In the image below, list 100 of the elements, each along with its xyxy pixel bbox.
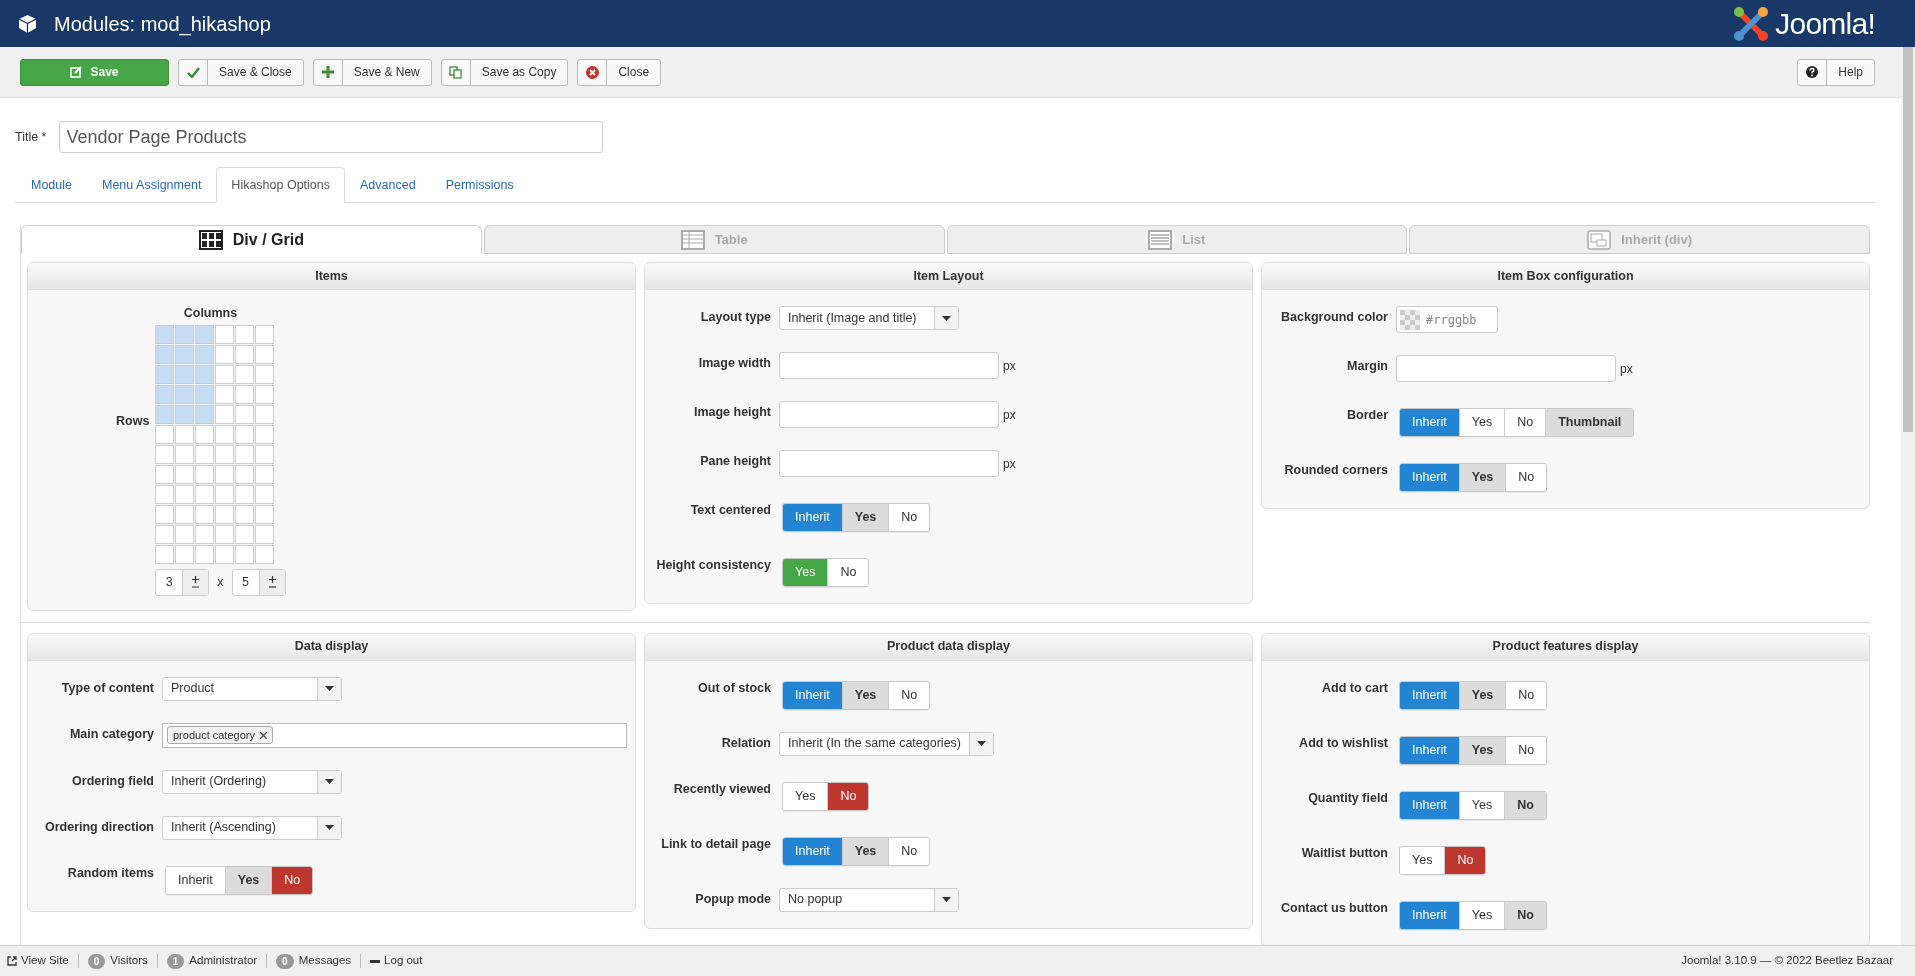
field-label: Popup mode [694,890,771,907]
plus-icon[interactable] [268,576,276,584]
field-label: Type of content [60,679,154,696]
columns-label: Columns [183,305,238,322]
unit-label: px [1003,357,1016,375]
dropdown[interactable]: Product [162,676,342,701]
tab[interactable]: Menu Assignment [87,167,217,203]
toggle-option[interactable]: No [1504,409,1546,436]
input-field[interactable] [779,401,999,428]
color-field[interactable]: #rrggbb [1396,306,1498,333]
field-label: Image width [697,355,771,371]
tab[interactable]: Hikashop Options [216,167,346,203]
toggle-option[interactable]: No [1504,791,1546,819]
toggle-option[interactable]: Inherit [1400,901,1459,929]
tab[interactable]: Advanced [345,167,431,203]
toggle-option[interactable]: Thumbnail [1545,409,1634,436]
dropdown[interactable]: Inherit (Ascending) [162,815,342,840]
dropdown[interactable]: No popup [779,887,959,912]
toggle-option[interactable]: Yes [1458,681,1506,709]
plus-icon[interactable] [192,576,200,584]
caret-icon [942,315,951,321]
toggle-option[interactable]: Yes [1458,901,1505,929]
dropdown[interactable]: Inherit (Ordering) [162,769,342,794]
field-label: Random items [66,864,154,881]
table-icon [680,229,705,250]
toggle-option[interactable]: Yes [841,681,889,709]
field-label: Contact us button [1280,899,1388,916]
input-field[interactable] [779,450,999,477]
copy-icon [449,65,463,79]
caret-icon [325,779,334,785]
toggle-option[interactable]: Yes [1458,791,1505,819]
toolbar-button[interactable]: Close [577,58,662,86]
toggle-option[interactable]: No [271,866,313,894]
field-label: Ordering direction [43,818,154,835]
toggle-option[interactable]: Inherit [1400,736,1459,764]
panel-header: Items [28,263,635,290]
toggle-option[interactable]: No [827,559,869,586]
toggle-option[interactable]: No [1505,464,1547,491]
count-badge: 0 [87,953,106,969]
status-link[interactable]: Visitors [110,952,148,970]
times-label: x [217,573,224,591]
panel-header: Product data display [645,633,1252,661]
toggle-option[interactable]: Yes [1458,736,1506,764]
input-field[interactable] [779,352,999,379]
toggle-option[interactable]: No [888,837,930,865]
size-grid[interactable] [155,324,275,564]
field-label: Add to wishlist [1298,734,1388,751]
title-field[interactable]: Vendor Page Products [58,121,603,153]
toggle-option[interactable]: Yes [224,866,272,894]
tag-chip[interactable]: product category [167,726,273,745]
tag-field[interactable]: product category [162,722,627,748]
toggle-option[interactable]: Yes [841,504,889,531]
toolbar-button[interactable]: Save as Copy [440,58,569,86]
panel-header: Product features display [1262,633,1869,661]
logout-link[interactable]: Log out [370,952,423,970]
toggle-option[interactable]: No [1505,681,1547,709]
external-link-icon [7,956,17,966]
toggle-option[interactable]: Yes [841,837,889,865]
title-label: Title * [15,128,47,146]
layout-tab[interactable]: Div / Grid [21,225,482,254]
toolbar-button[interactable]: Save & Close [178,58,304,86]
toggle-option[interactable]: No [888,504,930,531]
tab[interactable]: Module [16,167,87,203]
view-site-link[interactable]: View Site [7,952,69,970]
toggle-option[interactable]: Inherit [783,504,842,531]
toggle-option[interactable]: Inherit [1400,464,1459,491]
dropdown[interactable]: Inherit (In the same categories) [779,731,994,756]
number-spinner[interactable]: 5 [231,568,286,596]
toggle-option[interactable]: Yes [783,782,828,810]
toggle-option[interactable]: Inherit [783,837,842,865]
number-spinner[interactable]: 3 [155,568,210,596]
minus-icon [370,959,381,963]
field-label: Rounded corners [1283,462,1388,478]
scrollbar-thumb[interactable] [1903,47,1913,432]
panel-header: Item Box configuration [1262,263,1869,290]
count-badge: 1 [166,953,185,969]
toggle-option[interactable]: Inherit [783,681,842,709]
field-label: Height consistency [655,557,771,573]
tab[interactable]: Permissions [430,167,529,203]
help-button[interactable]: Help [1797,58,1875,86]
toolbar-button[interactable]: Save & New [312,58,432,86]
toggle-option[interactable]: Yes [1458,464,1506,491]
toggle-option[interactable]: No [1444,846,1486,874]
remove-icon[interactable] [259,731,267,739]
toggle-option[interactable]: No [827,782,869,810]
toggle-option[interactable]: Yes [1400,846,1445,874]
dropdown[interactable]: Inherit (Image and title) [779,306,959,330]
field-label: Pane height [699,453,771,469]
toggle-option[interactable]: Inherit [166,866,225,894]
toggle-option[interactable]: Yes [1458,409,1505,436]
toggle-option[interactable]: Inherit [1400,791,1459,819]
toggle-option[interactable]: Inherit [1400,409,1459,436]
toggle-option[interactable]: No [1505,736,1547,764]
status-link[interactable]: Administrator [189,952,258,970]
input-field[interactable] [1396,355,1616,382]
toggle-option[interactable]: Inherit [1400,681,1459,709]
toggle-option[interactable]: No [1504,901,1546,929]
toggle-option[interactable]: No [888,681,930,709]
list-icon [1148,229,1173,250]
status-link[interactable]: Messages [298,952,352,970]
